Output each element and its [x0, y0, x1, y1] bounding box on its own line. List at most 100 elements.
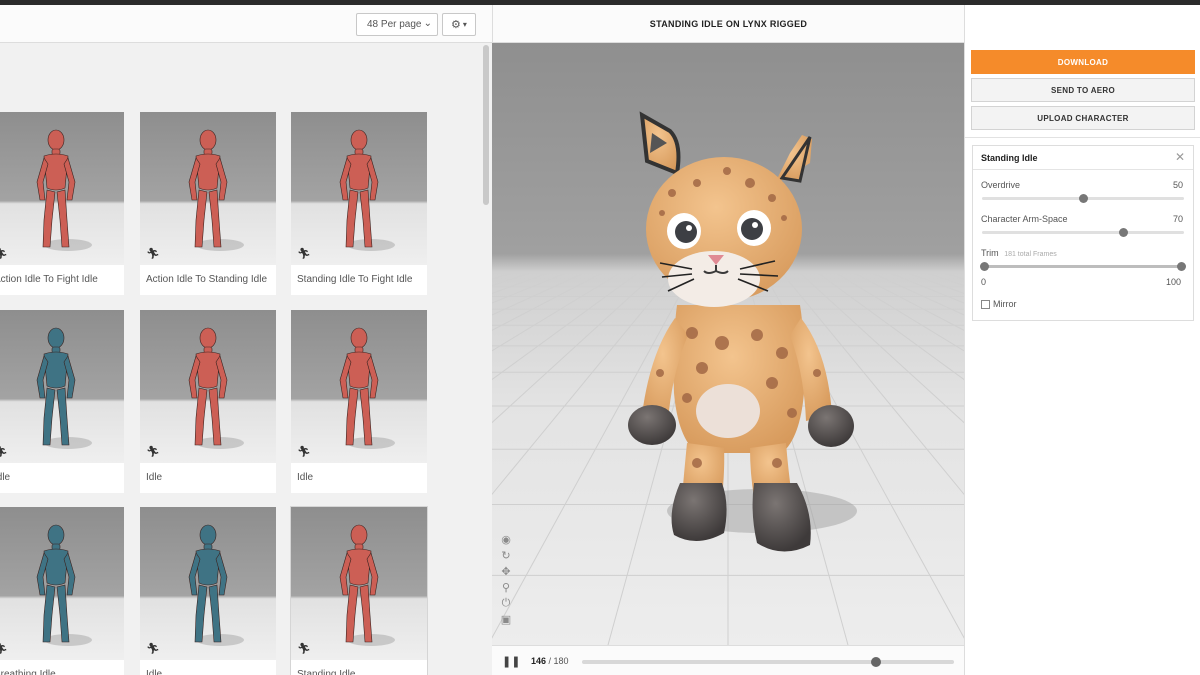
- grid-scrollbar[interactable]: [483, 45, 489, 205]
- running-person-icon: 🏃︎: [146, 642, 160, 655]
- move-icon[interactable]: ✥: [500, 565, 512, 578]
- arm-space-slider[interactable]: [982, 228, 1184, 237]
- animation-settings-card: Standing Idle ✕ Overdrive 50 Character A…: [972, 145, 1194, 321]
- animation-thumbnail: [291, 310, 427, 463]
- overdrive-label: Overdrive: [981, 180, 1021, 190]
- running-person-icon: 🏃︎: [0, 247, 8, 260]
- viewer-title-bar: STANDING IDLE ON LYNX RIGGED: [492, 5, 964, 43]
- upload-character-button[interactable]: UPLOAD CHARACTER: [971, 106, 1195, 130]
- running-person-icon: 🏃︎: [146, 445, 160, 458]
- total-frames: / 180: [548, 656, 569, 666]
- timeline-handle[interactable]: [870, 657, 881, 667]
- checkbox-icon[interactable]: [981, 299, 990, 309]
- animation-card[interactable]: 🏃︎ Idle: [140, 310, 276, 493]
- close-icon[interactable]: ✕: [1175, 150, 1185, 164]
- running-person-icon: 🏃︎: [0, 642, 8, 655]
- download-label: DOWNLOAD: [1057, 57, 1109, 67]
- current-frame: 146: [531, 656, 547, 666]
- running-person-icon: 🏃︎: [297, 445, 311, 458]
- grid-toolbar: 48 Per page ⌄ ⚙ ▾: [0, 5, 492, 43]
- animation-thumbnail: [0, 507, 124, 660]
- arm-space-value: 70: [1172, 214, 1183, 224]
- caret-down-icon: ▾: [462, 20, 467, 29]
- globe-icon[interactable]: ◉: [500, 533, 512, 546]
- frame-counter: 146 / 180: [531, 656, 569, 666]
- zoom-icon[interactable]: ⚲: [500, 581, 512, 594]
- mannequin-figure: [188, 129, 244, 251]
- animation-grid-panel: 48 Per page ⌄ ⚙ ▾ 🏃︎ Action Idle To Fight…: [0, 5, 492, 675]
- animation-card[interactable]: 🏃︎ Idle: [0, 310, 124, 493]
- mannequin-figure: [36, 129, 92, 251]
- animation-thumbnail: [140, 507, 276, 660]
- animation-card[interactable]: 🏃︎ Standing Idle To Fight Idle: [291, 112, 427, 295]
- settings-header: Standing Idle ✕: [973, 146, 1193, 170]
- animation-card[interactable]: 🏃︎ Standing Idle: [291, 507, 427, 675]
- trim-min: 0: [981, 277, 987, 287]
- animation-name: Idle: [146, 669, 163, 675]
- trim-label-group: Trim 181 total Frames: [981, 248, 1057, 258]
- divider: [965, 137, 1200, 138]
- animation-thumbnail: [0, 112, 124, 265]
- overdrive-slider[interactable]: [982, 194, 1184, 203]
- mannequin-figure: [339, 129, 395, 251]
- arm-space-label: Character Arm-Space: [981, 214, 1068, 224]
- chevron-down-icon: ⌄: [423, 18, 432, 29]
- animation-name: Action Idle To Fight Idle: [0, 274, 98, 285]
- animation-name: Standing Idle To Fight Idle: [297, 274, 413, 285]
- 3d-viewport[interactable]: ◉ ↻ ✥ ⚲ ⏻ ▣: [492, 43, 964, 645]
- animation-thumbnail: [291, 112, 427, 265]
- animation-name: Idle: [0, 472, 11, 483]
- overdrive-value: 50: [1172, 180, 1183, 190]
- animation-name: Action Idle To Standing Idle: [146, 274, 268, 285]
- trim-slider[interactable]: [980, 262, 1186, 271]
- pause-icon[interactable]: ❚❚: [502, 655, 520, 668]
- right-panel: DOWNLOAD SEND TO AERO UPLOAD CHARACTER S…: [964, 5, 1200, 675]
- settings-dropdown-button[interactable]: ⚙ ▾: [442, 13, 476, 36]
- trim-end-handle[interactable]: [1177, 262, 1186, 271]
- animation-name: Standing Idle: [297, 669, 356, 675]
- mannequin-figure: [36, 327, 92, 449]
- playback-bar: ❚❚ 146 / 180: [492, 645, 964, 675]
- running-person-icon: 🏃︎: [146, 247, 160, 260]
- mirror-checkbox[interactable]: Mirror: [981, 299, 1017, 309]
- download-button[interactable]: DOWNLOAD: [971, 50, 1195, 74]
- timeline-slider[interactable]: [582, 657, 954, 667]
- animation-card[interactable]: 🏃︎ Idle: [140, 507, 276, 675]
- camera-icon[interactable]: ▣: [500, 613, 512, 626]
- power-icon[interactable]: ⏻: [500, 597, 512, 610]
- mannequin-figure: [36, 524, 92, 646]
- animation-card[interactable]: 🏃︎ Breathing Idle: [0, 507, 124, 675]
- trim-label: Trim: [981, 248, 999, 258]
- trim-start-handle[interactable]: [980, 262, 989, 271]
- animation-card[interactable]: 🏃︎ Action Idle To Fight Idle: [0, 112, 124, 295]
- settings-title: Standing Idle: [981, 153, 1038, 163]
- trim-max: 100: [1165, 277, 1181, 287]
- mannequin-figure: [339, 524, 395, 646]
- running-person-icon: 🏃︎: [297, 247, 311, 260]
- animation-card[interactable]: 🏃︎ Idle: [291, 310, 427, 493]
- running-person-icon: 🏃︎: [297, 642, 311, 655]
- upload-label: UPLOAD CHARACTER: [1037, 113, 1129, 123]
- mannequin-figure: [188, 524, 244, 646]
- arm-space-handle[interactable]: [1119, 228, 1129, 237]
- send-to-aero-button[interactable]: SEND TO AERO: [971, 78, 1195, 102]
- rotate-icon[interactable]: ↻: [500, 549, 512, 562]
- animation-card[interactable]: 🏃︎ Action Idle To Standing Idle: [140, 112, 276, 295]
- lynx-character: [628, 111, 857, 552]
- per-page-label: 48 Per page: [367, 19, 422, 30]
- viewer-title: STANDING IDLE ON LYNX RIGGED: [649, 18, 808, 29]
- per-page-select[interactable]: 48 Per page ⌄: [356, 13, 438, 36]
- mannequin-figure: [339, 327, 395, 449]
- viewer-tools: ◉ ↻ ✥ ⚲ ⏻ ▣: [500, 533, 512, 626]
- trim-frames-note: 181 total Frames: [1004, 251, 1057, 258]
- running-person-icon: 🏃︎: [0, 445, 8, 458]
- animation-name: Idle: [146, 472, 163, 483]
- overdrive-handle[interactable]: [1079, 194, 1088, 203]
- send-label: SEND TO AERO: [1050, 85, 1116, 95]
- gear-icon: ⚙: [451, 19, 461, 31]
- animation-name: Breathing Idle: [0, 669, 56, 675]
- animation-thumbnail: [291, 507, 427, 660]
- mirror-label: Mirror: [993, 299, 1017, 309]
- animation-name: Idle: [297, 472, 314, 483]
- animation-thumbnail: [0, 310, 124, 463]
